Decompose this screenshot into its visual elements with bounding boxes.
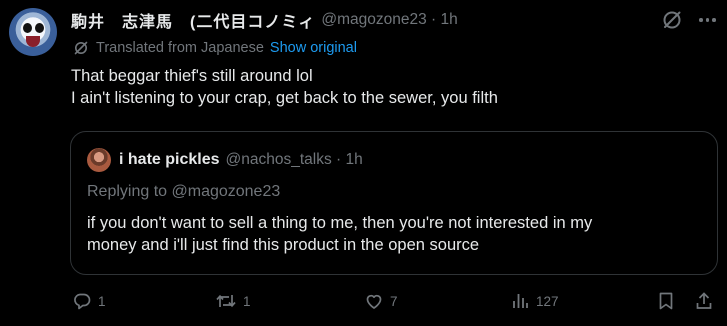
quote-header: i hate pickles @nachos_talks · 1h [119, 149, 363, 171]
translated-label: Translated from Japanese [96, 40, 264, 56]
translation-note: Translated from Japanese Show original [73, 40, 357, 56]
view-count: 127 [536, 293, 559, 309]
author-avatar[interactable] [9, 8, 57, 56]
repost-icon [216, 294, 236, 308]
avatar-eye [35, 23, 44, 33]
like-icon [366, 294, 382, 309]
tweet-text-line: That beggar thief's still around lol [71, 67, 313, 85]
quote-replying-to: Replying to @magozone23 [87, 183, 281, 200]
reply-count: 1 [98, 293, 106, 309]
views-icon [513, 294, 528, 308]
bookmark-icon [659, 292, 673, 310]
tweet-text: That beggar thief's still around lol I a… [71, 65, 498, 109]
tweet-text-line: I ain't listening to your crap, get back… [71, 89, 498, 107]
reply-button[interactable]: 1 [72, 291, 106, 311]
author-handle[interactable]: @magozone23 · 1h [321, 11, 457, 29]
like-button[interactable]: 7 [364, 291, 398, 311]
repost-button[interactable]: 1 [215, 291, 251, 311]
quote-text-line: if you don't want to sell a thing to me,… [87, 214, 593, 232]
bookmark-button[interactable] [657, 291, 675, 311]
avatar-eye [23, 23, 32, 33]
reply-icon [74, 293, 91, 310]
author-name[interactable]: 駒井 志津馬 (二代目コノミィ [71, 8, 315, 32]
show-original-link[interactable]: Show original [270, 40, 357, 56]
more-icon[interactable] [699, 18, 716, 22]
views-button[interactable]: 127 [510, 291, 559, 311]
share-button[interactable] [694, 291, 714, 311]
quote-text-line: money and i'll just find this product in… [87, 236, 480, 254]
quote-text: if you don't want to sell a thing to me,… [87, 212, 707, 256]
tweet-actions: 1 1 7 127 [0, 291, 727, 317]
quote-author-avatar [87, 148, 111, 172]
share-icon [696, 292, 712, 309]
avatar-mouth [26, 36, 40, 47]
repost-count: 1 [243, 293, 251, 309]
like-count: 7 [390, 293, 398, 309]
tweet-header: 駒井 志津馬 (二代目コノミィ @magozone23 · 1h [71, 9, 458, 31]
quote-author-handle: @nachos_talks · 1h [225, 151, 363, 168]
quote-author-name: i hate pickles [119, 151, 220, 168]
translate-icon [74, 41, 88, 55]
quoted-tweet[interactable]: i hate pickles @nachos_talks · 1h Replyi… [70, 131, 718, 275]
grok-icon[interactable] [661, 9, 683, 36]
